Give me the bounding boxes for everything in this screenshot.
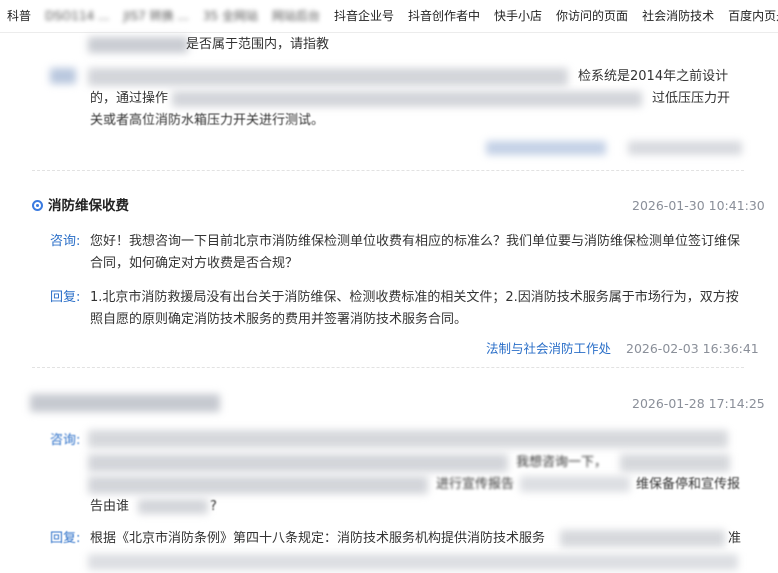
ask-text: ? — [210, 499, 217, 514]
ask-text: 合同，如何确定对方收费是否合规？ — [90, 256, 299, 271]
ask-text: 我想咨询一下， — [516, 455, 608, 470]
ask-text: 进行宣传报告 — [436, 477, 515, 492]
answer-text: 的，通过操作 — [90, 91, 169, 106]
reply-text: 准 — [728, 531, 742, 546]
reply-label: 回复: — [50, 290, 81, 305]
ask-label: 咨询: — [50, 234, 81, 249]
ask-text: 您好！我想咨询一下目前北京市消防维保检测单位收费有相应的标准么？我们单位要与消防… — [90, 234, 741, 249]
answer-text: 关或者高位消防水箱压力开关进行测试。 — [90, 113, 325, 128]
divider — [32, 170, 744, 171]
bookmarks-bar: 科普 DSO114 ... JIS7 转换 ... 35 全网站 网站后台 抖音… — [0, 0, 778, 33]
entry-date: 2026-01-30 10:41:30 — [632, 198, 765, 213]
bookmark-item[interactable]: 35 全网站 — [196, 0, 265, 32]
blurred-text — [88, 454, 508, 472]
reply-text: 1.北京市消防救援局没有出台关于消防维保、检测收费标准的相关文件；2.因消防技术… — [90, 290, 739, 305]
entry-date: 2026-01-28 17:14:25 — [632, 396, 765, 411]
bookmark-item[interactable]: 抖音创作者中 — [401, 0, 487, 32]
ask-label: 咨询: — [50, 433, 81, 448]
blurred-date — [628, 141, 742, 155]
blurred-text — [88, 430, 728, 448]
blurred-text — [88, 476, 428, 494]
blurred-text — [172, 91, 642, 107]
reply-label: 回复: — [50, 531, 81, 546]
reply-department[interactable]: 法制与社会消防工作处 — [486, 339, 611, 359]
question-text-tail: 是否属于范围内，请指教 — [186, 37, 330, 52]
blurred-label — [50, 68, 76, 84]
bookmark-item[interactable]: JIS7 转换 ... — [116, 0, 195, 32]
blurred-text — [620, 454, 730, 472]
reply-text: 照自愿的原则确定消防技术服务的费用并签署消防技术服务合同。 — [90, 312, 468, 327]
entry-title[interactable]: 消防维保收费 — [48, 196, 129, 216]
bookmark-item[interactable]: 社会消防技术 — [635, 0, 721, 32]
blurred-text — [88, 554, 738, 570]
bookmark-item[interactable]: DSO114 ... — [38, 0, 116, 32]
bookmark-item[interactable]: 科普 — [0, 0, 38, 32]
blurred-text — [560, 530, 725, 547]
bookmark-item[interactable]: 网站后台 — [265, 0, 327, 32]
ask-text: 维保备停和宣传报 — [636, 477, 741, 492]
divider — [32, 367, 744, 368]
blurred-text — [520, 476, 630, 492]
bookmark-item[interactable]: 百度内页是否 — [721, 0, 778, 32]
reply-text: 根据《北京市消防条例》第四十八条规定：消防技术服务机构提供消防技术服务 — [90, 531, 546, 546]
blurred-text — [138, 499, 208, 514]
bookmark-item[interactable]: 抖音企业号 — [327, 0, 401, 32]
blurred-text — [88, 68, 568, 86]
bullet-icon — [32, 200, 43, 211]
bookmark-item[interactable]: 快手小店 — [487, 0, 549, 32]
blurred-title — [30, 394, 220, 412]
blurred-text — [88, 37, 188, 53]
ask-text: 告由谁 — [90, 499, 130, 514]
reply-date: 2026-02-03 16:36:41 — [626, 341, 759, 356]
answer-text: 过低压压力开 — [652, 91, 731, 106]
bookmark-item[interactable]: 你访问的页面 — [549, 0, 635, 32]
blurred-dept — [486, 141, 606, 155]
answer-text: 检系统是2014年之前设计 — [578, 69, 729, 84]
